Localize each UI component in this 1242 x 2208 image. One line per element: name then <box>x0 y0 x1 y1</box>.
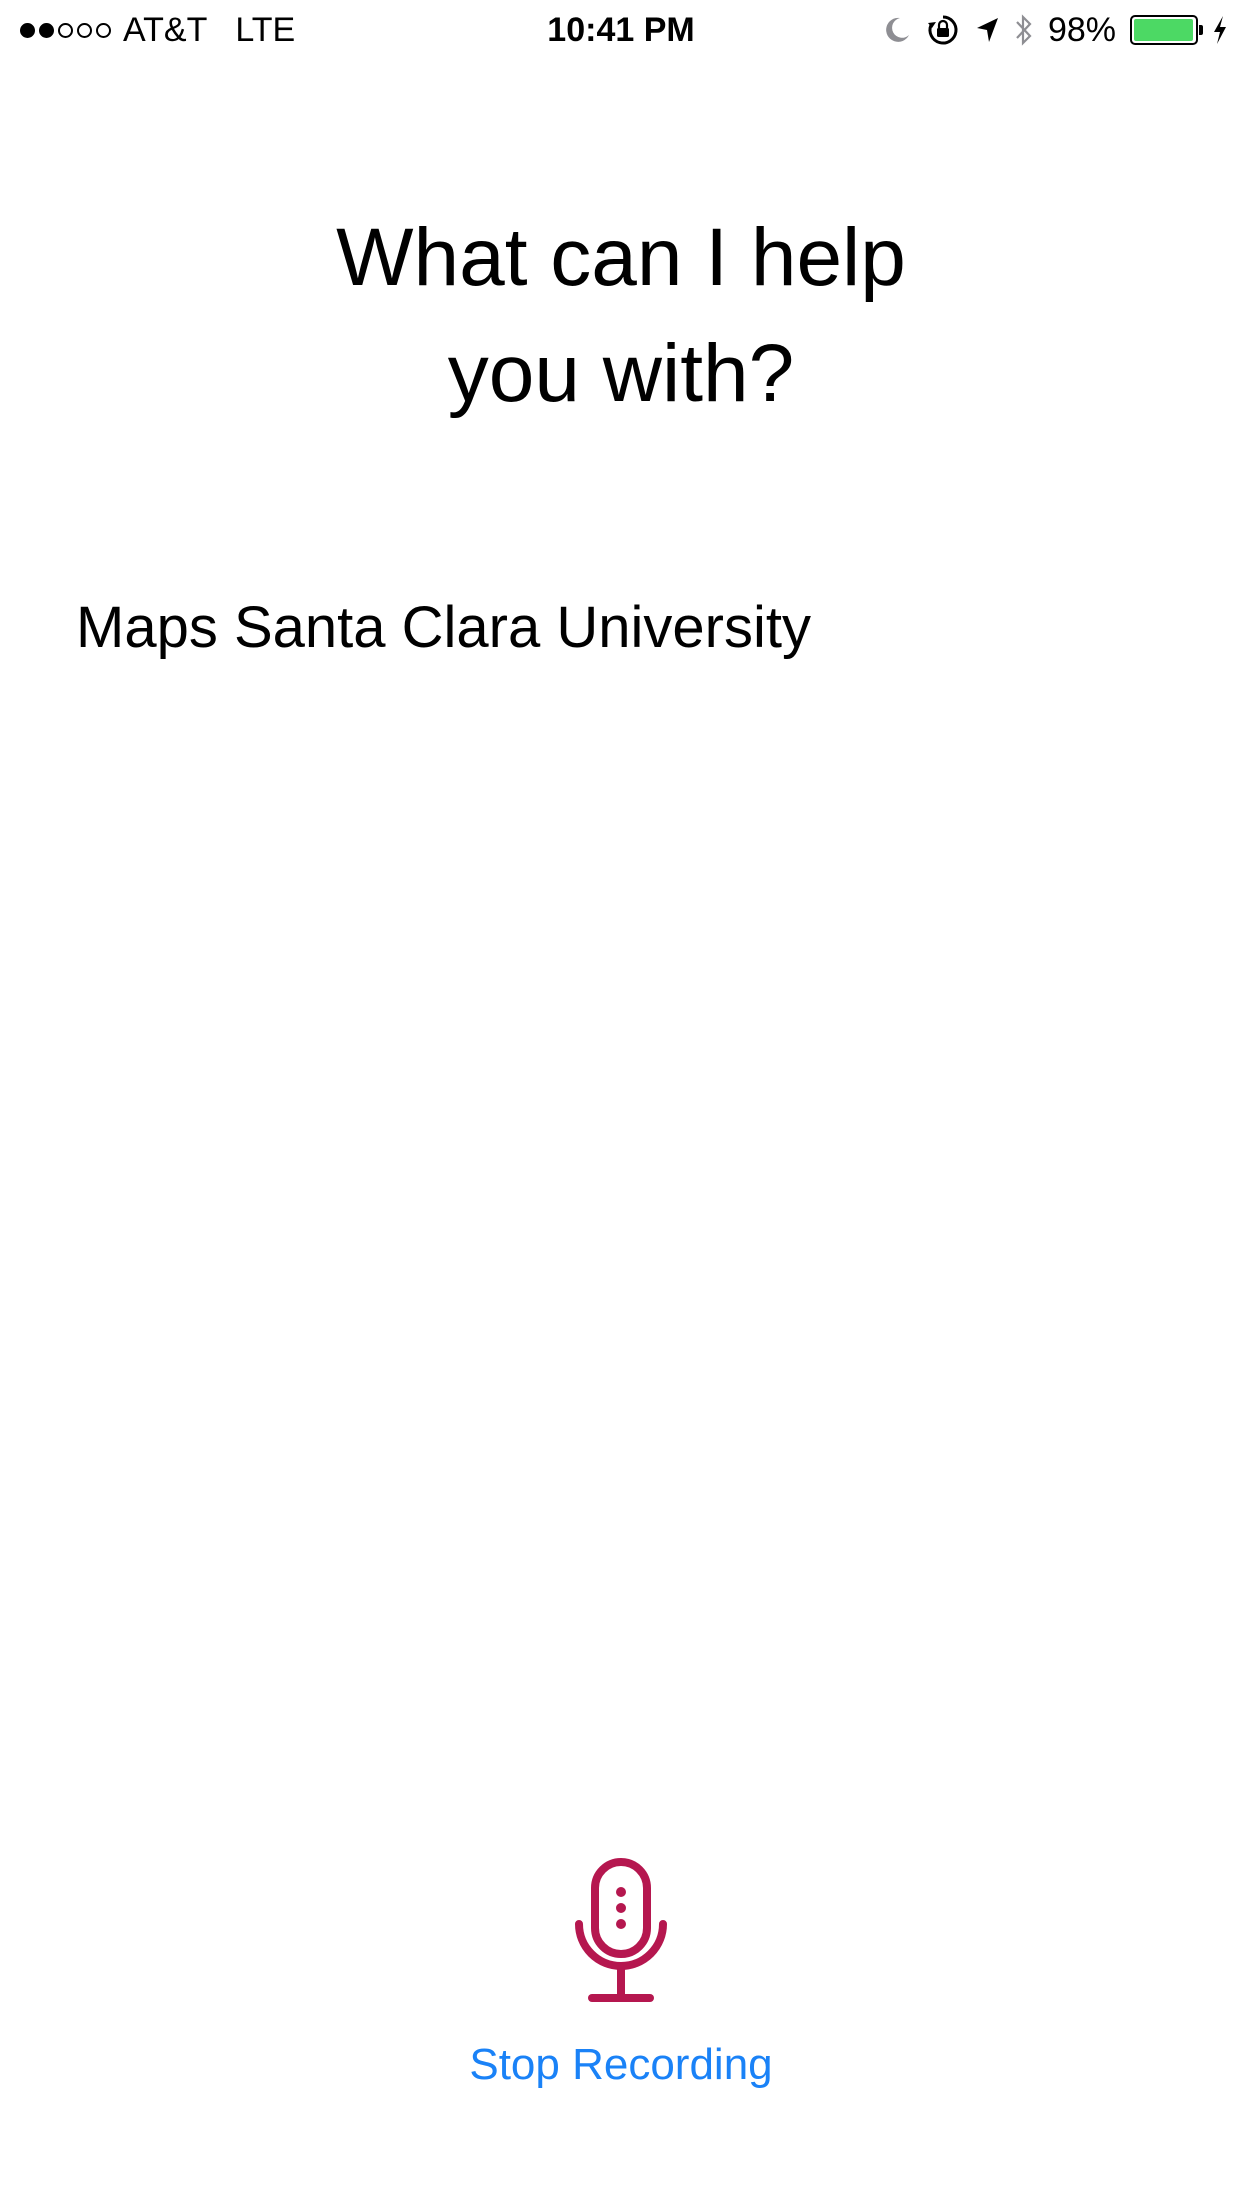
battery-percent: 98% <box>1047 10 1116 49</box>
siri-prompt: What can I help you with? <box>0 200 1242 432</box>
rotation-lock-icon <box>926 13 960 47</box>
moon-icon <box>882 15 912 45</box>
battery-level-fill <box>1134 19 1193 41</box>
microphone-icon <box>575 1858 667 2002</box>
speech-transcript: Maps Santa Clara University <box>76 595 811 660</box>
battery-icon <box>1130 15 1203 45</box>
status-bar: AT&T LTE 10:41 PM 98% <box>0 0 1242 62</box>
charging-bolt-icon <box>1212 15 1228 45</box>
microphone-button[interactable] <box>574 1858 668 2004</box>
prompt-line-1: What can I help <box>336 212 906 303</box>
bluetooth-icon <box>1014 13 1034 47</box>
location-arrow-icon <box>974 15 1000 45</box>
battery-nub <box>1199 25 1203 35</box>
prompt-line-2: you with? <box>447 328 795 419</box>
stop-recording-button[interactable]: Stop Recording <box>0 2040 1242 2090</box>
status-right: 98% <box>882 10 1228 50</box>
